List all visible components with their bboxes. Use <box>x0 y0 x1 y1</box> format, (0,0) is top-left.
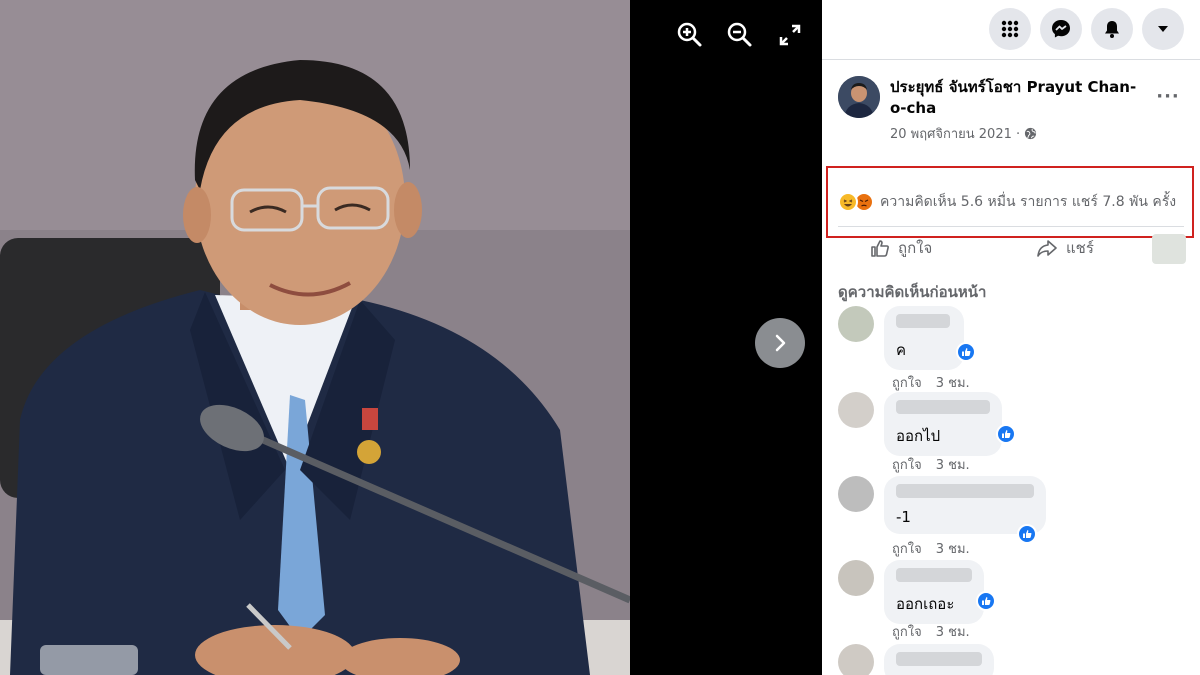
comment-timestamp[interactable]: 3 ชม. <box>936 621 970 642</box>
ellipsis-icon[interactable]: ··· <box>1156 86 1180 110</box>
like-label: ถูกใจ <box>898 239 933 257</box>
comment-timestamp[interactable]: 3 ชม. <box>936 372 970 393</box>
messenger-button[interactable] <box>1040 8 1082 50</box>
like-button[interactable]: ถูกใจ <box>870 236 932 260</box>
author-avatar[interactable] <box>838 76 880 118</box>
comment-text: ออกเถอะ <box>896 595 955 613</box>
comment-timestamp[interactable]: 3 ชม. <box>936 538 970 559</box>
share-arrow-icon <box>1037 240 1057 257</box>
post-date: 20 พฤศจิกายน 2021 · <box>890 123 1037 144</box>
post-author-name[interactable]: ประยุทธ์ จันทร์โอชา Prayut Chan-o-cha <box>890 77 1140 119</box>
like-reaction-icon[interactable] <box>976 591 996 611</box>
comment-bubble <box>884 644 994 675</box>
comment-actions: ถูกใจ 3 ชม. <box>892 538 970 559</box>
comment-actions: ถูกใจ 3 ชม. <box>892 621 970 642</box>
comment-like-button[interactable]: ถูกใจ <box>892 454 922 475</box>
post-stats: ความคิดเห็น 5.6 หมื่น รายการ แชร์ 7.8 พั… <box>838 188 1184 216</box>
notifications-button[interactable] <box>1091 8 1133 50</box>
next-photo-button[interactable] <box>755 318 805 368</box>
like-reaction-icon[interactable] <box>996 424 1016 444</box>
post-header: ประยุทธ์ จันทร์โอชา Prayut Chan-o-cha 20… <box>838 76 1184 146</box>
share-label: แชร์ <box>1066 239 1094 257</box>
commenter-avatar[interactable] <box>838 644 874 675</box>
comment-like-button[interactable]: ถูกใจ <box>892 538 922 559</box>
comment-bubble: ออกไป <box>884 392 1002 456</box>
commenter-avatar[interactable] <box>838 560 874 596</box>
haha-icon[interactable] <box>838 192 858 212</box>
comment-text: ออกไป <box>896 427 941 445</box>
comments-shares-count[interactable]: ความคิดเห็น 5.6 หมื่น รายการ แชร์ 7.8 พั… <box>880 191 1176 213</box>
share-button[interactable]: แชร์ <box>1036 236 1094 260</box>
globe-icon <box>1025 127 1037 140</box>
post-photo[interactable] <box>0 0 630 675</box>
view-previous-comments-link[interactable]: ดูความคิดเห็นก่อนหน้า <box>838 280 986 304</box>
account-menu-button[interactable] <box>1142 8 1184 50</box>
commenter-name-blurred[interactable] <box>896 652 982 666</box>
zoom-out-icon[interactable] <box>725 20 755 50</box>
like-reaction-icon[interactable] <box>1017 524 1037 544</box>
commenter-avatar[interactable] <box>838 476 874 512</box>
comment-like-button[interactable]: ถูกใจ <box>892 621 922 642</box>
comment-actions: ถูกใจ 3 ชม. <box>892 454 970 475</box>
comment-actions: ถูกใจ 3 ชม. <box>892 372 970 393</box>
commenter-avatar[interactable] <box>838 392 874 428</box>
comment-like-button[interactable]: ถูกใจ <box>892 372 922 393</box>
comment-text: ค <box>896 341 907 359</box>
post-side-panel: ประยุทธ์ จันทร์โอชา Prayut Chan-o-cha 20… <box>822 0 1200 675</box>
comment-timestamp[interactable]: 3 ชม. <box>936 454 970 475</box>
thumbs-up-icon <box>871 240 889 257</box>
photo-viewer <box>0 0 822 675</box>
commenter-name-blurred[interactable] <box>896 400 990 414</box>
grid-menu-icon <box>1001 20 1019 38</box>
post-date-text[interactable]: 20 พฤศจิกายน 2021 · <box>890 123 1020 144</box>
bell-icon <box>1105 21 1119 38</box>
commenter-name-blurred[interactable] <box>896 484 1034 498</box>
top-bar <box>822 0 1200 60</box>
comment-bubble: ค <box>884 306 964 370</box>
commenter-name-blurred[interactable] <box>896 314 950 328</box>
commenter-name-blurred[interactable] <box>896 568 972 582</box>
post-actions: ถูกใจ แชร์ <box>838 232 1186 266</box>
zoom-in-icon[interactable] <box>675 20 705 50</box>
comment-bubble: ออกเถอะ <box>884 560 984 624</box>
fullscreen-icon[interactable] <box>775 20 805 50</box>
blurred-avatar[interactable] <box>1152 234 1186 264</box>
menu-button[interactable] <box>989 8 1031 50</box>
caret-down-icon <box>1158 26 1168 32</box>
comment-text: -1 <box>896 508 911 526</box>
divider <box>838 226 1184 227</box>
chevron-right-icon <box>775 334 786 352</box>
photo-illustration <box>0 0 630 675</box>
like-reaction-icon[interactable] <box>956 342 976 362</box>
messenger-icon <box>1052 20 1070 38</box>
commenter-avatar[interactable] <box>838 306 874 342</box>
